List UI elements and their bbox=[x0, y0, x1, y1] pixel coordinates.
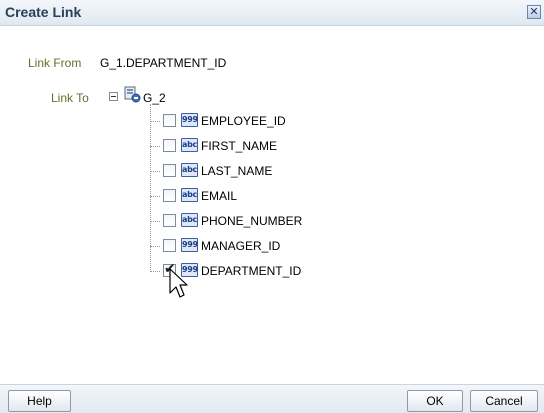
number-type-icon: 999 bbox=[181, 113, 198, 127]
text-type-icon: abc bbox=[181, 138, 198, 152]
tree-connector bbox=[150, 146, 160, 147]
dialog-titlebar: Create Link ✕ bbox=[0, 0, 544, 26]
column-name[interactable]: EMPLOYEE_ID bbox=[201, 114, 286, 128]
mouse-pointer-icon bbox=[169, 268, 188, 298]
tree-root-label[interactable]: G_2 bbox=[143, 91, 166, 105]
tree-connector bbox=[150, 221, 160, 222]
column-name[interactable]: DEPARTMENT_ID bbox=[201, 264, 301, 278]
column-name[interactable]: FIRST_NAME bbox=[201, 139, 277, 153]
text-type-icon: abc bbox=[181, 163, 198, 177]
tree-item: abc EMAIL bbox=[150, 187, 390, 205]
column-name[interactable]: LAST_NAME bbox=[201, 164, 272, 178]
column-checkbox[interactable] bbox=[163, 239, 176, 252]
close-icon[interactable]: ✕ bbox=[527, 5, 541, 19]
tree-connector bbox=[150, 246, 160, 247]
create-link-dialog: Create Link ✕ Link From G_1.DEPARTMENT_I… bbox=[0, 0, 544, 413]
text-type-icon: abc bbox=[181, 213, 198, 227]
group-icon bbox=[124, 86, 141, 103]
column-checkbox[interactable] bbox=[163, 164, 176, 177]
help-button[interactable]: Help bbox=[8, 390, 71, 412]
tree-connector bbox=[150, 121, 160, 122]
column-checkbox[interactable] bbox=[163, 189, 176, 202]
link-to-label: Link To bbox=[51, 91, 89, 105]
collapse-toggle-icon[interactable] bbox=[109, 92, 118, 101]
link-from-label: Link From bbox=[28, 56, 82, 70]
tree-item: abc LAST_NAME bbox=[150, 162, 390, 180]
tree-item: 999 EMPLOYEE_ID bbox=[150, 112, 390, 130]
column-name[interactable]: EMAIL bbox=[201, 189, 237, 203]
tree-item: 999 MANAGER_ID bbox=[150, 237, 390, 255]
number-type-icon: 999 bbox=[181, 238, 198, 252]
text-type-icon: abc bbox=[181, 188, 198, 202]
tree-item: abc PHONE_NUMBER bbox=[150, 212, 390, 230]
column-name[interactable]: MANAGER_ID bbox=[201, 239, 280, 253]
tree-connector bbox=[150, 171, 160, 172]
ok-button[interactable]: OK bbox=[407, 390, 463, 412]
column-checkbox[interactable] bbox=[163, 139, 176, 152]
dialog-title: Create Link bbox=[5, 4, 82, 20]
link-from-value: G_1.DEPARTMENT_ID bbox=[100, 56, 227, 70]
column-checkbox[interactable] bbox=[163, 114, 176, 127]
tree-connector bbox=[150, 196, 160, 197]
tree-connector bbox=[150, 271, 160, 272]
column-checkbox[interactable] bbox=[163, 214, 176, 227]
tree-item: abc FIRST_NAME bbox=[150, 137, 390, 155]
column-name[interactable]: PHONE_NUMBER bbox=[201, 214, 302, 228]
cancel-button[interactable]: Cancel bbox=[470, 390, 538, 412]
